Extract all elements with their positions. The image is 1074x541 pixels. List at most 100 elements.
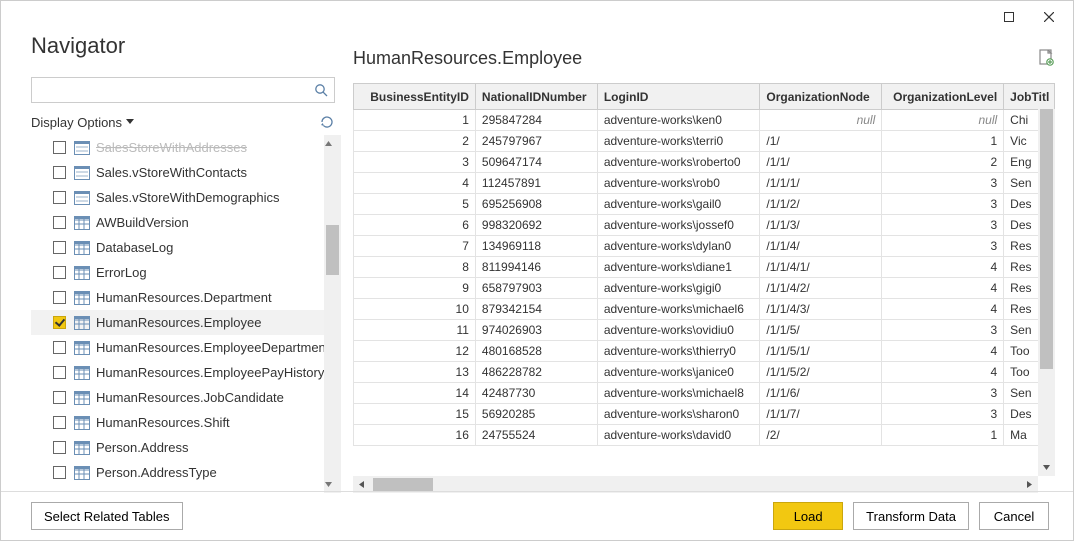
table-cell[interactable]: 3 (882, 173, 1004, 194)
grid-vertical-scrollbar[interactable] (1038, 109, 1055, 476)
table-row[interactable]: 1442487730adventure-works\michael8/1/1/6… (354, 383, 1055, 404)
load-button[interactable]: Load (773, 502, 843, 530)
search-input-wrapper[interactable] (31, 77, 335, 103)
table-cell[interactable]: /1/1/5/2/ (760, 362, 882, 383)
table-cell[interactable]: 9 (354, 278, 476, 299)
table-cell[interactable]: /1/1/4/2/ (760, 278, 882, 299)
table-row[interactable]: 12480168528adventure-works\thierry0/1/1/… (354, 341, 1055, 362)
table-cell[interactable]: 658797903 (475, 278, 597, 299)
tree-item-checkbox[interactable] (53, 416, 66, 429)
table-row[interactable]: 1556920285adventure-works\sharon0/1/1/7/… (354, 404, 1055, 425)
grid-scroll-down-arrow[interactable] (1038, 459, 1055, 476)
table-cell[interactable]: 3 (882, 320, 1004, 341)
table-cell[interactable]: 4 (882, 362, 1004, 383)
table-cell[interactable]: 3 (882, 383, 1004, 404)
table-cell[interactable]: adventure-works\michael6 (597, 299, 760, 320)
table-cell[interactable]: /1/1/ (760, 152, 882, 173)
table-cell[interactable]: 4 (354, 173, 476, 194)
table-cell[interactable]: 5 (354, 194, 476, 215)
table-cell[interactable]: adventure-works\gail0 (597, 194, 760, 215)
table-cell[interactable]: 486228782 (475, 362, 597, 383)
column-header[interactable]: OrganizationNode (760, 84, 882, 110)
tree-vertical-scrollbar[interactable] (324, 135, 341, 493)
column-header[interactable]: LoginID (597, 84, 760, 110)
table-row[interactable]: 13486228782adventure-works\janice0/1/1/5… (354, 362, 1055, 383)
table-cell[interactable]: /1/1/2/ (760, 194, 882, 215)
tree-item[interactable]: HumanResources.EmployeePayHistory (31, 360, 341, 385)
table-cell[interactable]: 4 (882, 341, 1004, 362)
tree-item[interactable]: DatabaseLog (31, 235, 341, 260)
table-row[interactable]: 3509647174adventure-works\roberto0/1/1/2… (354, 152, 1055, 173)
table-cell[interactable]: adventure-works\rob0 (597, 173, 760, 194)
tree-item[interactable]: HumanResources.EmployeeDepartmen... (31, 335, 341, 360)
refresh-button[interactable] (319, 114, 335, 130)
display-options-dropdown[interactable]: Display Options (31, 115, 134, 130)
tree-item[interactable]: Sales.vStoreWithContacts (31, 160, 341, 185)
table-cell[interactable]: /1/1/3/ (760, 215, 882, 236)
scroll-up-arrow[interactable] (324, 135, 333, 152)
tree-item[interactable]: HumanResources.Department (31, 285, 341, 310)
table-cell[interactable]: /1/1/4/1/ (760, 257, 882, 278)
table-cell[interactable]: /1/1/7/ (760, 404, 882, 425)
tree-item-checkbox[interactable] (53, 466, 66, 479)
table-cell[interactable]: 480168528 (475, 341, 597, 362)
preview-grid[interactable]: BusinessEntityIDNationalIDNumberLoginIDO… (353, 83, 1055, 446)
table-cell[interactable]: 16 (354, 425, 476, 446)
table-cell[interactable]: null (882, 110, 1004, 131)
table-row[interactable]: 6998320692adventure-works\jossef0/1/1/3/… (354, 215, 1055, 236)
table-row[interactable]: 9658797903adventure-works\gigi0/1/1/4/2/… (354, 278, 1055, 299)
transform-data-button[interactable]: Transform Data (853, 502, 969, 530)
table-row[interactable]: 1624755524adventure-works\david0/2/1Ma (354, 425, 1055, 446)
preview-settings-button[interactable] (1039, 49, 1055, 67)
table-cell[interactable]: /1/ (760, 131, 882, 152)
table-cell[interactable]: adventure-works\thierry0 (597, 341, 760, 362)
grid-vscroll-thumb[interactable] (1040, 109, 1053, 369)
column-header[interactable]: JobTitl (1004, 84, 1055, 110)
search-input[interactable] (38, 83, 314, 98)
tree-item-checkbox[interactable] (53, 366, 66, 379)
table-row[interactable]: 8811994146adventure-works\diane1/1/1/4/1… (354, 257, 1055, 278)
object-tree[interactable]: SalesStoreWithAddressesSales.vStoreWithC… (31, 135, 341, 485)
table-cell[interactable]: 10 (354, 299, 476, 320)
tree-item-checkbox[interactable] (53, 391, 66, 404)
table-cell[interactable]: 4 (882, 257, 1004, 278)
table-cell[interactable]: 112457891 (475, 173, 597, 194)
table-cell[interactable]: 1 (882, 131, 1004, 152)
tree-item[interactable]: HumanResources.Employee (31, 310, 341, 335)
table-cell[interactable]: 4 (882, 278, 1004, 299)
table-cell[interactable]: /1/1/6/ (760, 383, 882, 404)
tree-item[interactable]: SalesStoreWithAddresses (31, 135, 341, 160)
table-cell[interactable]: null (760, 110, 882, 131)
table-cell[interactable]: 4 (882, 299, 1004, 320)
table-cell[interactable]: 295847284 (475, 110, 597, 131)
table-cell[interactable]: adventure-works\ovidiu0 (597, 320, 760, 341)
table-cell[interactable]: adventure-works\diane1 (597, 257, 760, 278)
column-header[interactable]: NationalIDNumber (475, 84, 597, 110)
column-header[interactable]: BusinessEntityID (354, 84, 476, 110)
table-cell[interactable]: 245797967 (475, 131, 597, 152)
table-cell[interactable]: 3 (354, 152, 476, 173)
table-row[interactable]: 10879342154adventure-works\michael6/1/1/… (354, 299, 1055, 320)
table-cell[interactable]: 14 (354, 383, 476, 404)
table-cell[interactable]: 1 (354, 110, 476, 131)
table-cell[interactable]: adventure-works\terri0 (597, 131, 760, 152)
column-header[interactable]: OrganizationLevel (882, 84, 1004, 110)
table-cell[interactable]: adventure-works\dylan0 (597, 236, 760, 257)
table-cell[interactable]: 11 (354, 320, 476, 341)
table-cell[interactable]: 3 (882, 404, 1004, 425)
table-cell[interactable]: 509647174 (475, 152, 597, 173)
table-cell[interactable]: /2/ (760, 425, 882, 446)
table-cell[interactable]: adventure-works\gigi0 (597, 278, 760, 299)
tree-item[interactable]: Person.Address (31, 435, 341, 460)
table-cell[interactable]: /1/1/4/ (760, 236, 882, 257)
tree-item-checkbox[interactable] (53, 291, 66, 304)
select-related-tables-button[interactable]: Select Related Tables (31, 502, 183, 530)
table-cell[interactable]: 974026903 (475, 320, 597, 341)
tree-item-checkbox[interactable] (53, 441, 66, 454)
tree-item-checkbox[interactable] (53, 241, 66, 254)
table-cell[interactable]: /1/1/5/1/ (760, 341, 882, 362)
table-cell[interactable]: 8 (354, 257, 476, 278)
tree-item-checkbox[interactable] (53, 216, 66, 229)
tree-item[interactable]: Person.AddressType (31, 460, 341, 485)
table-cell[interactable]: 6 (354, 215, 476, 236)
